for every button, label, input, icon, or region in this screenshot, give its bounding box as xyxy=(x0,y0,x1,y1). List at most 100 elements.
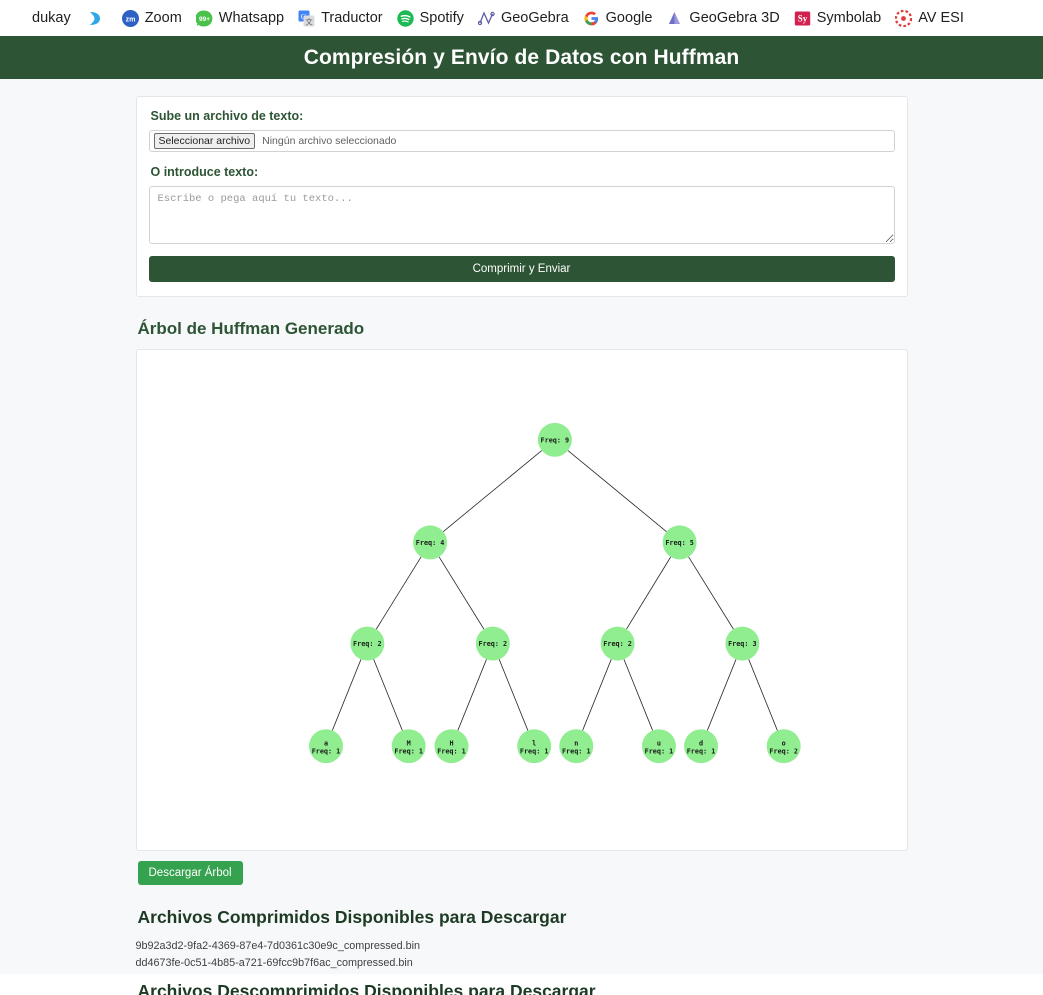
tree-edge xyxy=(498,659,528,731)
zoom-icon: zm xyxy=(121,9,139,27)
bookmark-label: AV ESI xyxy=(918,9,964,26)
tree-node-freq: Freq: 2 xyxy=(478,640,507,648)
tree-node-char: n xyxy=(574,739,578,747)
tree-edge xyxy=(331,659,361,731)
compressed-files-list: 9b92a3d2-9fa2-4369-87e4-7d0361c30e9c_com… xyxy=(136,938,908,971)
bookmark-geogebra-3d[interactable]: GeoGebra 3D xyxy=(659,7,786,30)
file-upload-label: Sube un archivo de texto: xyxy=(150,109,304,123)
tree-edge xyxy=(438,556,484,630)
decompressed-files-title: Archivos Descomprimidos Disponibles para… xyxy=(137,983,596,995)
tree-node[interactable]: Freq: 2 xyxy=(475,626,510,661)
bookmark-label: Zoom xyxy=(144,9,182,26)
tree-node[interactable]: Freq: 4 xyxy=(412,525,447,560)
select-file-button[interactable]: Seleccionar archivo xyxy=(153,132,256,150)
tree-node-freq: Freq: 2 xyxy=(769,748,798,756)
tree-node-char: d xyxy=(698,739,702,747)
geogebra-icon xyxy=(477,10,495,27)
d-logo-icon xyxy=(85,10,102,27)
tree-node-char: M xyxy=(406,739,410,747)
bookmark-d-logo[interactable] xyxy=(78,7,115,30)
dukay-icon xyxy=(9,10,26,27)
file-input-row[interactable]: Seleccionar archivo Ningún archivo selec… xyxy=(148,130,895,152)
compress-and-send-button[interactable]: Comprimir y Enviar xyxy=(148,256,895,282)
bookmark-symbolab[interactable]: Sy Symbolab xyxy=(787,7,888,30)
geogebra-3d-icon xyxy=(666,10,683,27)
tree-node-freq: Freq: 9 xyxy=(540,436,569,444)
bookmark-label: Google xyxy=(605,9,653,26)
tree-node[interactable]: uFreq: 1 xyxy=(641,729,676,764)
page-body: Sube un archivo de texto: Seleccionar ar… xyxy=(0,79,1043,995)
bookmark-traductor[interactable]: G文 Traductor xyxy=(291,7,390,30)
tree-node-char: u xyxy=(656,739,660,747)
canvas-icon xyxy=(895,9,913,27)
tree-edge xyxy=(442,450,542,532)
list-item[interactable]: 9b92a3d2-9fa2-4369-87e4-7d0361c30e9c_com… xyxy=(136,938,908,955)
tree-edge xyxy=(567,450,667,532)
tree-node[interactable]: MFreq: 1 xyxy=(391,729,426,764)
whatsapp-icon: 99+ xyxy=(195,10,213,27)
tree-node-freq: Freq: 2 xyxy=(353,640,382,648)
tree-node-freq: Freq: 3 xyxy=(728,640,757,648)
google-translate-icon: G文 xyxy=(298,10,315,27)
bookmark-spotify[interactable]: Spotify xyxy=(390,7,471,30)
google-icon xyxy=(583,10,600,27)
tree-node[interactable]: aFreq: 1 xyxy=(308,729,343,764)
tree-node-freq: Freq: 1 xyxy=(644,748,673,756)
tree-node-char: o xyxy=(781,739,785,747)
page-title: Compresión y Envío de Datos con Huffman xyxy=(303,45,740,69)
tree-node-freq: Freq: 5 xyxy=(665,539,694,547)
tree-node[interactable]: Freq: 9 xyxy=(537,422,572,457)
tree-edge xyxy=(456,659,487,731)
bookmark-google[interactable]: Google xyxy=(576,7,660,30)
list-item[interactable]: dd4673fe-0c51-4b85-a721-69fcc9b7f6ac_com… xyxy=(136,955,908,972)
tree-node[interactable]: Freq: 5 xyxy=(662,525,697,560)
svg-text:文: 文 xyxy=(305,16,313,26)
tree-section-title: Árbol de Huffman Generado xyxy=(137,319,365,338)
bookmark-label: GeoGebra xyxy=(500,9,569,26)
tree-node-freq: Freq: 1 xyxy=(437,748,466,756)
upload-form-card: Sube un archivo de texto: Seleccionar ar… xyxy=(135,96,908,297)
tree-edge xyxy=(581,659,612,731)
tree-edge xyxy=(623,659,653,731)
bookmark-label: dukay xyxy=(32,9,71,26)
tree-node[interactable]: nFreq: 1 xyxy=(558,729,593,764)
tree-node[interactable]: lFreq: 1 xyxy=(516,729,551,764)
huffman-tree-svg: Freq: 9 Freq: 4 Freq: 5 Freq: 2 Freq: 2 Freq:… xyxy=(308,422,801,764)
tree-node[interactable]: Freq: 2 xyxy=(349,626,384,661)
tree-node[interactable]: Freq: 3 xyxy=(724,626,759,661)
tree-node-char: H xyxy=(449,739,453,747)
tree-edge xyxy=(625,556,671,630)
svg-text:Sy: Sy xyxy=(797,13,807,23)
browser-bookmarks-bar: dukay zm Zoom 99+ Whatsapp G文 Traductor … xyxy=(0,0,1043,36)
tree-node-freq: Freq: 4 xyxy=(415,539,444,547)
tree-node[interactable]: dFreq: 1 xyxy=(683,729,718,764)
tree-node[interactable]: oFreq: 2 xyxy=(766,729,801,764)
bookmark-label: Traductor xyxy=(321,9,383,26)
bookmark-whatsapp[interactable]: 99+ Whatsapp xyxy=(189,7,291,30)
tree-node-freq: Freq: 1 xyxy=(686,748,715,756)
bookmark-zoom[interactable]: zm Zoom xyxy=(115,7,189,30)
tree-node-freq: Freq: 1 xyxy=(311,748,340,756)
text-input-label: O introduce texto: xyxy=(150,165,259,179)
tree-node-freq: Freq: 1 xyxy=(394,748,423,756)
symbolab-icon: Sy xyxy=(794,10,811,27)
tree-node-freq: Freq: 2 xyxy=(603,640,632,648)
bookmark-dukay[interactable]: dukay xyxy=(2,7,78,30)
compressed-files-title: Archivos Comprimidos Disponibles para De… xyxy=(137,907,567,927)
bookmark-label: Whatsapp xyxy=(218,9,285,26)
file-status-text: Ningún archivo seleccionado xyxy=(262,135,397,147)
tree-node[interactable]: Freq: 2 xyxy=(600,626,635,661)
page-header: Compresión y Envío de Datos con Huffman xyxy=(0,36,1043,79)
download-tree-button[interactable]: Descargar Árbol xyxy=(137,861,243,885)
tree-edge xyxy=(706,659,736,731)
svg-text:99+: 99+ xyxy=(199,16,210,23)
tree-node-freq: Freq: 1 xyxy=(519,748,548,756)
spotify-icon xyxy=(396,9,414,27)
bookmark-av-esi[interactable]: AV ESI xyxy=(888,7,971,30)
tree-node[interactable]: HFreq: 1 xyxy=(434,729,468,764)
bookmark-label: Symbolab xyxy=(816,9,882,26)
bookmark-label: Spotify xyxy=(419,9,464,26)
text-input[interactable] xyxy=(148,186,895,244)
bookmark-geogebra[interactable]: GeoGebra xyxy=(471,7,576,30)
tree-edge xyxy=(687,556,734,630)
